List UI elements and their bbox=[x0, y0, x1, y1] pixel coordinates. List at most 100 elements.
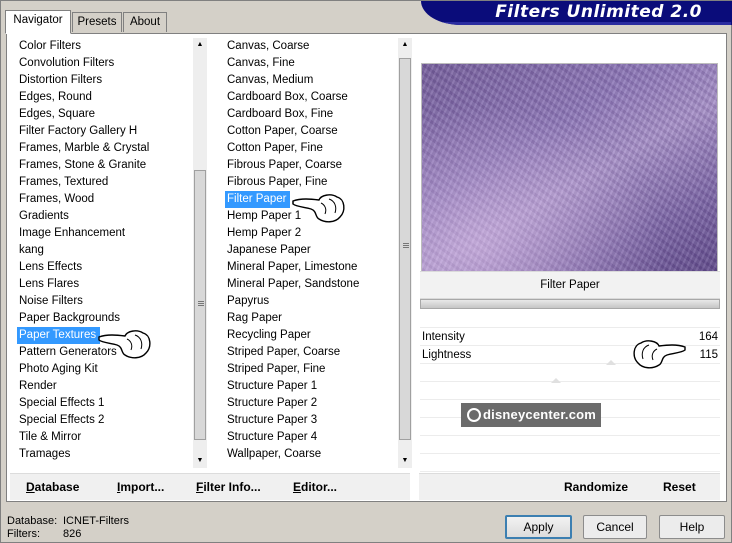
category-item[interactable]: Render bbox=[17, 378, 193, 395]
watermark-badge: disneycenter.com bbox=[461, 403, 601, 427]
scroll-down-arrow-icon[interactable]: ▼ bbox=[193, 454, 207, 468]
category-item[interactable]: Filter Factory Gallery H bbox=[17, 123, 193, 140]
scroll-down-arrow-icon[interactable]: ▼ bbox=[398, 454, 412, 468]
filter-item[interactable]: Canvas, Medium bbox=[225, 72, 397, 89]
category-item[interactable]: Noise Filters bbox=[17, 293, 193, 310]
cancel-button[interactable]: Cancel bbox=[583, 515, 647, 539]
category-item[interactable]: Frames, Wood bbox=[17, 191, 193, 208]
category-item[interactable]: Image Enhancement bbox=[17, 225, 193, 242]
category-item[interactable]: Gradients bbox=[17, 208, 193, 225]
toolbar-right: Randomize Reset bbox=[419, 473, 720, 500]
category-item[interactable]: kang bbox=[17, 242, 193, 259]
category-item[interactable]: Special Effects 1 bbox=[17, 395, 193, 412]
banner-title: Filters Unlimited 2.0 bbox=[495, 2, 702, 22]
watermark-text: disneycenter.com bbox=[483, 407, 597, 422]
filter-item[interactable]: Rag Paper bbox=[225, 310, 397, 327]
category-item[interactable]: Photo Aging Kit bbox=[17, 361, 193, 378]
filter-item[interactable]: Canvas, Coarse bbox=[225, 38, 397, 55]
filter-item[interactable]: Hemp Paper 2 bbox=[225, 225, 397, 242]
slider-marker-icon bbox=[551, 378, 561, 383]
param-intensity-value: 164 bbox=[698, 331, 718, 343]
preview-texture bbox=[422, 64, 717, 271]
category-item[interactable]: Edges, Round bbox=[17, 89, 193, 106]
status-database: Database: ICNET-Filters bbox=[7, 515, 129, 527]
import-button[interactable]: Import... bbox=[117, 480, 164, 494]
category-scrollbar[interactable]: ▲ ▼ bbox=[193, 38, 207, 468]
param-intensity-label: Intensity bbox=[422, 331, 465, 343]
status-database-label: Database: bbox=[7, 515, 58, 527]
help-button[interactable]: Help bbox=[659, 515, 725, 539]
tab-about[interactable]: About bbox=[123, 12, 167, 32]
banner-stripe bbox=[431, 22, 731, 25]
filter-name-label: Filter Paper bbox=[420, 271, 720, 299]
tab-presets[interactable]: Presets bbox=[72, 12, 122, 32]
filter-item[interactable]: Cotton Paper, Coarse bbox=[225, 123, 397, 140]
preview-image bbox=[421, 63, 718, 272]
filter-item[interactable]: Cardboard Box, Fine bbox=[225, 106, 397, 123]
navigator-panel: Color Filters Convolution Filters Distorti… bbox=[6, 33, 727, 502]
param-lightness-label: Lightness bbox=[422, 349, 472, 361]
status-filters-label: Filters: bbox=[7, 528, 40, 540]
category-item[interactable]: Edges, Square bbox=[17, 106, 193, 123]
progress-bar bbox=[420, 299, 720, 309]
randomize-button[interactable]: Randomize bbox=[564, 480, 628, 494]
filter-item[interactable]: Canvas, Fine bbox=[225, 55, 397, 72]
filter-item[interactable]: Papyrus bbox=[225, 293, 397, 310]
category-item[interactable]: Paper Textures bbox=[17, 327, 101, 344]
param-lightness-value: 115 bbox=[699, 349, 718, 361]
scroll-grip-icon bbox=[403, 243, 409, 248]
pointer-glove-icon bbox=[98, 330, 151, 359]
status-filters-value: 826 bbox=[63, 528, 82, 540]
filter-item[interactable]: Fibrous Paper, Coarse bbox=[225, 157, 397, 174]
status-filters: Filters: 826 bbox=[7, 528, 81, 540]
category-item[interactable]: Lens Effects bbox=[17, 259, 193, 276]
pointer-glove-icon bbox=[292, 194, 345, 223]
scroll-grip-icon bbox=[198, 301, 204, 306]
filter-item[interactable]: Cardboard Box, Coarse bbox=[225, 89, 397, 106]
category-item[interactable]: Convolution Filters bbox=[17, 55, 193, 72]
filter-item[interactable]: Cotton Paper, Fine bbox=[225, 140, 397, 157]
filter-item[interactable]: Mineral Paper, Limestone bbox=[225, 259, 397, 276]
category-item[interactable]: Frames, Textured bbox=[17, 174, 193, 191]
category-list[interactable]: Color Filters Convolution Filters Distorti… bbox=[17, 38, 193, 468]
category-item[interactable]: Color Filters bbox=[17, 38, 193, 55]
category-item[interactable]: Frames, Stone & Granite bbox=[17, 157, 193, 174]
filter-item[interactable]: Striped Paper, Fine bbox=[225, 361, 397, 378]
filter-item[interactable]: Recycling Paper bbox=[225, 327, 397, 344]
filter-item[interactable]: Mineral Paper, Sandstone bbox=[225, 276, 397, 293]
filter-scroll-thumb[interactable] bbox=[399, 58, 411, 440]
category-item[interactable]: Special Effects 2 bbox=[17, 412, 193, 429]
filter-item[interactable]: Japanese Paper bbox=[225, 242, 397, 259]
filter-item[interactable]: Striped Paper, Coarse bbox=[225, 344, 397, 361]
title-banner: Filters Unlimited 2.0 bbox=[421, 1, 732, 25]
category-item[interactable]: Tile & Mirror bbox=[17, 429, 193, 446]
filter-controls: Filter Paper Intensity 164 Lightness 115 bbox=[420, 271, 720, 501]
filter-list[interactable]: Canvas, Coarse Canvas, Fine Canvas, Medium… bbox=[225, 38, 397, 468]
category-item[interactable]: Distortion Filters bbox=[17, 72, 193, 89]
status-database-value: ICNET-Filters bbox=[63, 515, 129, 527]
category-item[interactable]: Tramages bbox=[17, 446, 193, 463]
editor-button[interactable]: Editor... bbox=[293, 480, 337, 494]
filter-info-button[interactable]: Filter Info... bbox=[196, 480, 261, 494]
scroll-up-arrow-icon[interactable]: ▲ bbox=[193, 38, 207, 52]
filter-item[interactable]: Filter Paper bbox=[225, 191, 291, 208]
database-button[interactable]: Database bbox=[26, 480, 79, 494]
category-item[interactable]: Frames, Marble & Crystal bbox=[17, 140, 193, 157]
category-scroll-thumb[interactable] bbox=[194, 170, 206, 440]
filter-item[interactable]: Structure Paper 2 bbox=[225, 395, 397, 412]
filters-unlimited-dialog: Navigator Presets About Filters Unlimite… bbox=[0, 0, 732, 543]
scroll-up-arrow-icon[interactable]: ▲ bbox=[398, 38, 412, 52]
filter-item[interactable]: Wallpaper, Coarse bbox=[225, 446, 397, 463]
toolbar-left: Database Import... Filter Info... Editor… bbox=[10, 473, 410, 500]
apply-button[interactable]: Apply bbox=[505, 515, 572, 539]
pointer-glove-icon bbox=[633, 340, 686, 369]
disney-logo-icon bbox=[467, 408, 481, 422]
tab-navigator[interactable]: Navigator bbox=[5, 10, 71, 34]
category-item[interactable]: Lens Flares bbox=[17, 276, 193, 293]
reset-button[interactable]: Reset bbox=[663, 480, 696, 494]
filter-item[interactable]: Structure Paper 3 bbox=[225, 412, 397, 429]
bottom-toolbar: Database Import... Filter Info... Editor… bbox=[6, 470, 727, 500]
filter-scrollbar[interactable]: ▲ ▼ bbox=[398, 38, 412, 468]
filter-item[interactable]: Structure Paper 1 bbox=[225, 378, 397, 395]
filter-item[interactable]: Structure Paper 4 bbox=[225, 429, 397, 446]
